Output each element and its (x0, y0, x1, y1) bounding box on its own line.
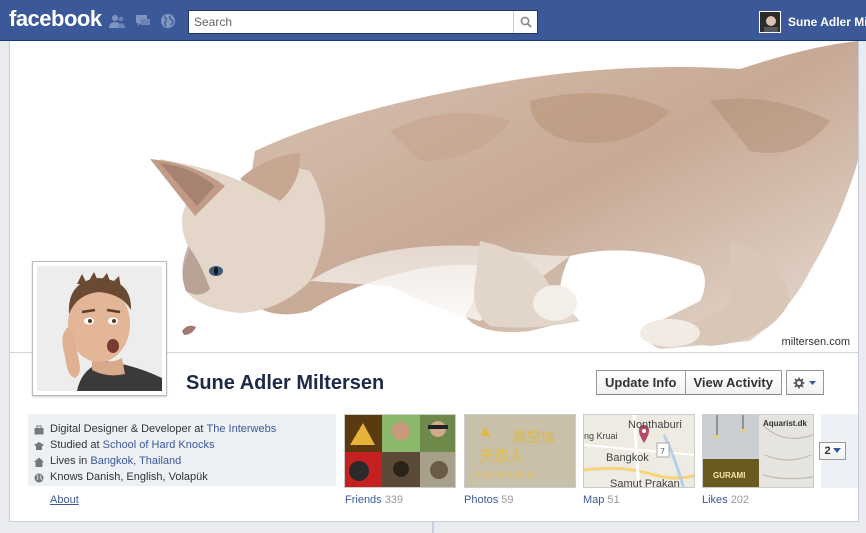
info-location: Lives in Bangkok, Thailand (34, 453, 276, 469)
profile-name[interactable]: Sune Adler Miltersen (186, 372, 384, 395)
map-label-samut-prakan: Samut Prakan (610, 478, 680, 488)
svg-text:高空抛: 高空抛 (513, 429, 555, 446)
more-apps-button[interactable]: 2 (819, 442, 846, 460)
timeline-spine (432, 522, 434, 533)
gear-icon (793, 377, 816, 388)
cover-credit-text: miltersen.com (781, 336, 850, 348)
search-button[interactable] (513, 11, 537, 33)
svg-text:days at high al: days at high al (475, 470, 534, 479)
profile-photo-illustration (37, 266, 162, 391)
photo-caption: 天怨人 (479, 447, 525, 465)
messages-icon[interactable] (135, 13, 151, 29)
globe-icon (34, 472, 44, 483)
likes-label[interactable]: Likes 202 (702, 494, 749, 506)
search-box (188, 10, 538, 34)
friend-requests-icon[interactable] (109, 13, 125, 29)
info-study-prefix: Studied at (50, 439, 100, 451)
briefcase-icon (34, 424, 44, 435)
view-activity-button[interactable]: View Activity (685, 370, 782, 395)
settings-menu-button[interactable] (785, 370, 824, 395)
map-label-bangkok: Bangkok (606, 452, 649, 464)
map-label-nonthaburi: Nonthaburi (628, 419, 682, 431)
user-avatar-small[interactable] (759, 11, 781, 33)
timeline-header-card: miltersen.com Sune Adler Miltersen Updat… (9, 41, 859, 522)
info-work-prefix: Digital Designer & Developer at (50, 423, 204, 435)
likes-thumbnail[interactable]: GURAMI Aquarist.dk (702, 414, 814, 488)
info-education: Studied at School of Hard Knocks (34, 437, 276, 453)
photos-thumbnail[interactable]: 高空抛 days at high al 天怨人 (464, 414, 576, 488)
friends-photo-grid (345, 415, 455, 487)
likes-caption-left: GURAMI (713, 471, 746, 480)
top-user-name-link[interactable]: Sune Adler Mi (788, 15, 866, 29)
profile-actions: Update Info View Activity (596, 370, 824, 395)
search-icon (520, 16, 532, 28)
info-languages: Knows Danish, English, Volapük (34, 469, 276, 485)
more-apps-count: 2 (824, 445, 831, 457)
work-link[interactable]: The Interwebs (207, 421, 277, 437)
search-input[interactable] (189, 11, 514, 33)
map-thumbnail[interactable]: 7 Nonthaburi Krung Kruai Bangkok Samut P… (583, 414, 695, 488)
facebook-logo[interactable]: facebook (9, 6, 102, 32)
about-link[interactable]: About (50, 494, 79, 506)
location-link[interactable]: Bangkok, Thailand (90, 453, 181, 469)
chevron-down-icon (832, 448, 841, 453)
school-link[interactable]: School of Hard Knocks (103, 437, 215, 453)
map-label[interactable]: Map 51 (583, 494, 620, 506)
info-languages-text: Knows Danish, English, Volapük (50, 471, 208, 483)
education-icon (34, 440, 44, 450)
map-label-krung-kruai: Krung Kruai (584, 431, 618, 441)
info-work: Digital Designer & Developer at The Inte… (34, 421, 276, 437)
info-list: Digital Designer & Developer at The Inte… (34, 421, 276, 485)
home-icon (34, 456, 44, 467)
info-live-prefix: Lives in (50, 455, 88, 467)
photos-label[interactable]: Photos 59 (464, 494, 514, 506)
top-navigation-bar: facebook Sune Adler Mi (0, 0, 866, 41)
notifications-globe-icon[interactable] (160, 13, 176, 29)
likes-caption-right: Aquarist.dk (763, 419, 808, 428)
svg-text:7: 7 (660, 447, 665, 456)
update-info-button[interactable]: Update Info (596, 370, 686, 395)
friends-thumbnail[interactable] (344, 414, 456, 488)
friends-label[interactable]: Friends 339 (345, 494, 403, 506)
profile-picture[interactable] (32, 261, 167, 396)
